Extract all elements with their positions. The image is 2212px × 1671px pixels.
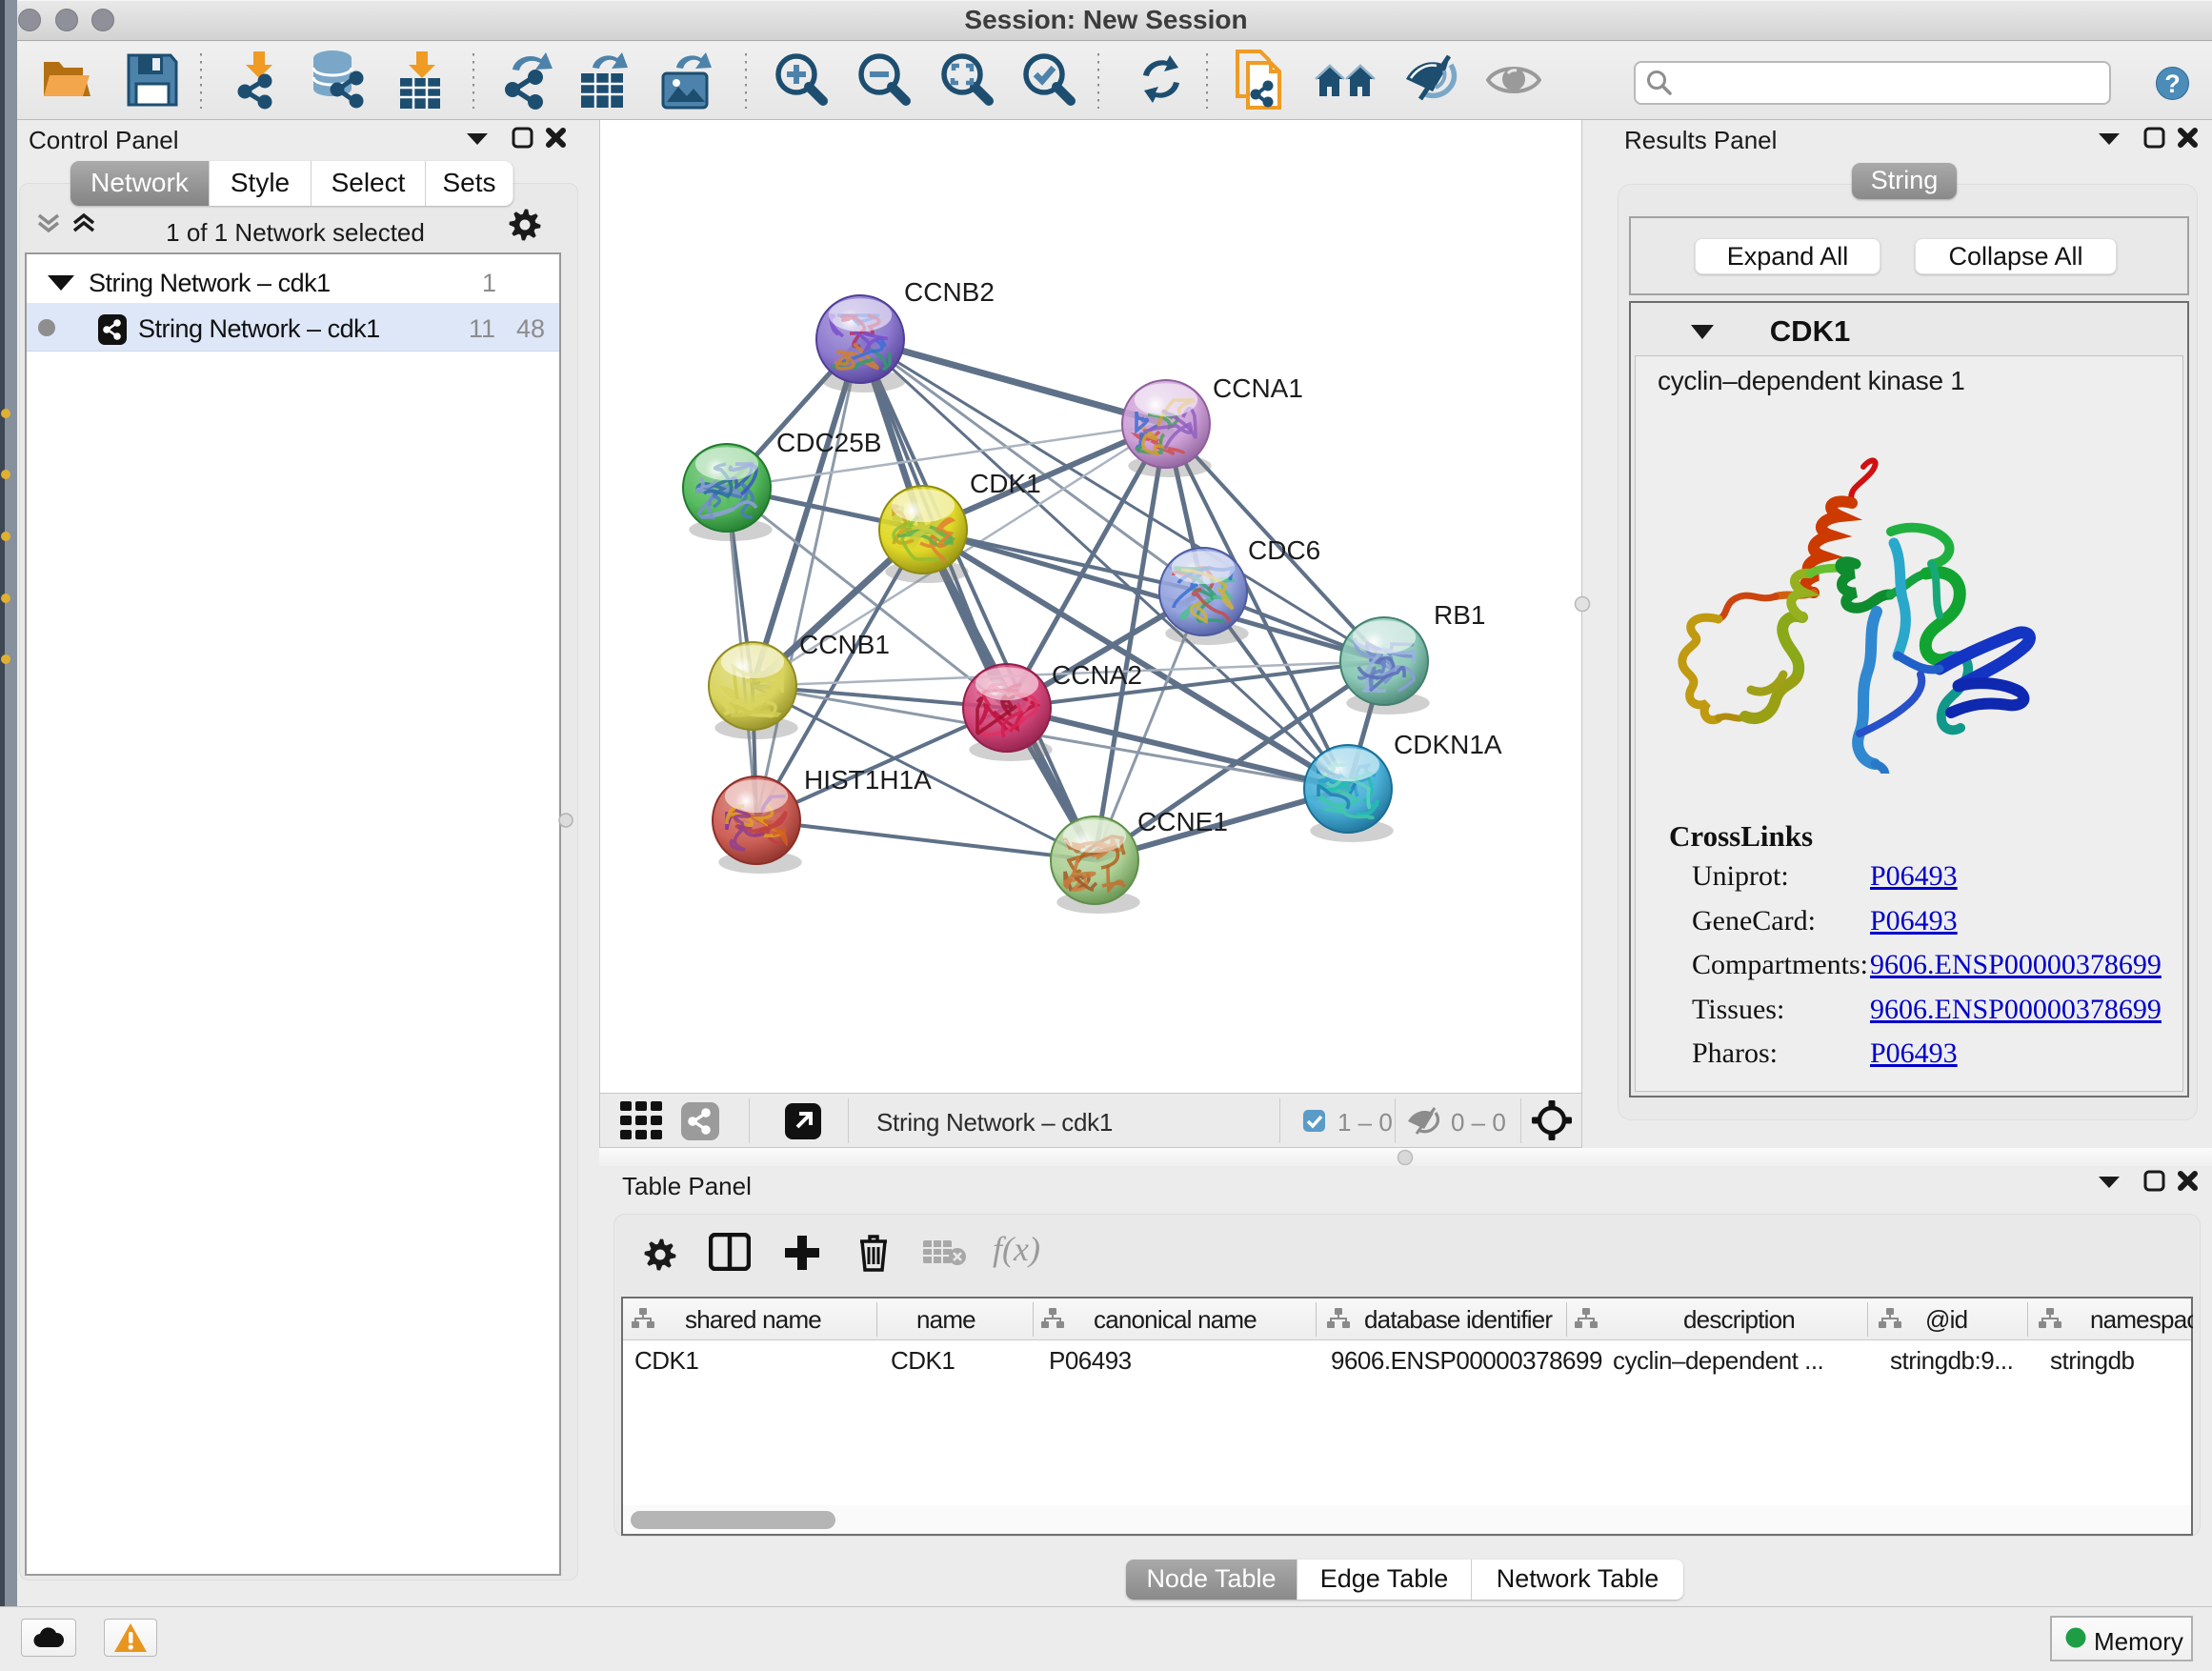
svg-text:CCNB2: CCNB2 (904, 277, 995, 307)
svg-text:RB1: RB1 (1434, 600, 1485, 630)
svg-text:CDK1: CDK1 (970, 469, 1041, 498)
svg-text:HIST1H1A: HIST1H1A (804, 765, 932, 795)
svg-text:CCNB1: CCNB1 (799, 630, 890, 659)
svg-text:CDC25B: CDC25B (776, 428, 881, 457)
svg-text:CCNA2: CCNA2 (1052, 660, 1142, 690)
svg-text:CCNE1: CCNE1 (1137, 807, 1228, 836)
svg-text:CDC6: CDC6 (1248, 535, 1320, 565)
svg-text:CDKN1A: CDKN1A (1394, 730, 1502, 759)
svg-text:CCNA1: CCNA1 (1213, 373, 1303, 403)
